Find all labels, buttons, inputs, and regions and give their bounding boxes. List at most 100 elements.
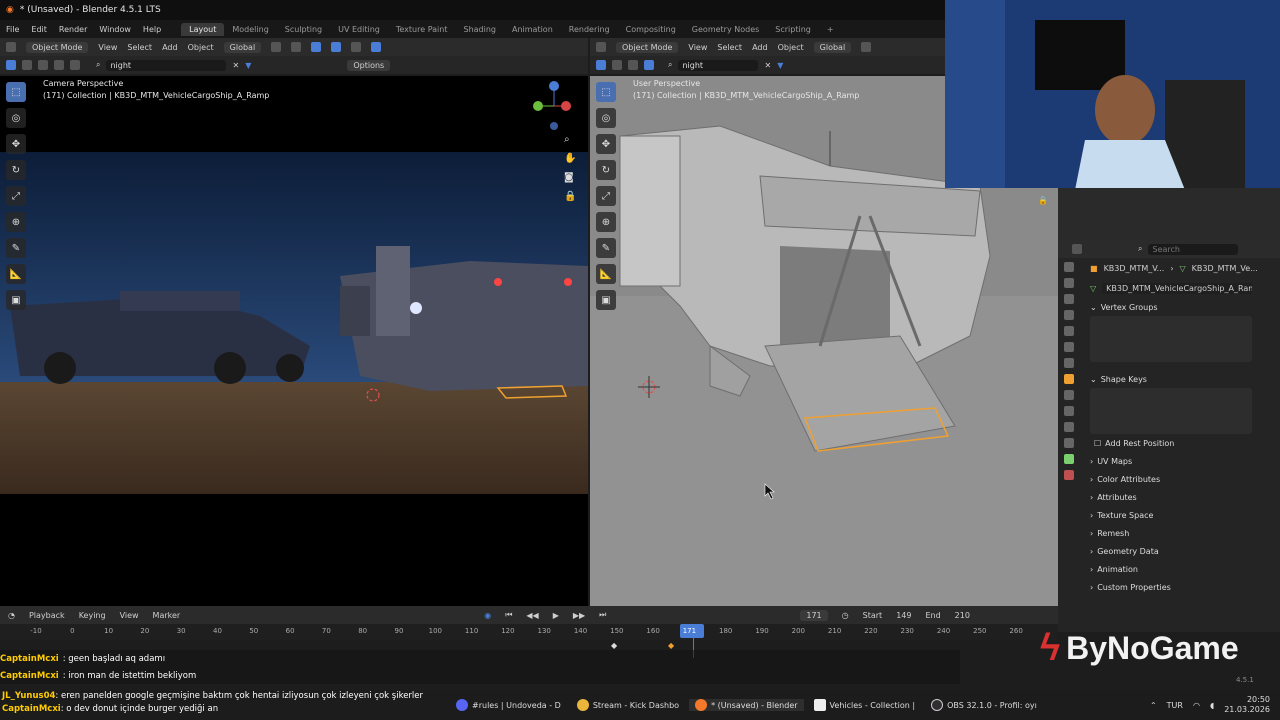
visibility-icon[interactable]	[628, 60, 638, 70]
chevron-up-icon[interactable]: ⌃	[1150, 701, 1157, 710]
properties-search-input[interactable]: Search	[1148, 243, 1239, 255]
cursor-tool-icon[interactable]: ◎	[6, 108, 26, 128]
measure-tool-icon[interactable]: 📐	[6, 264, 26, 284]
taskbar-obs[interactable]: OBS 32.1.0 - Profil: oyı	[925, 699, 1043, 711]
object-tab-icon[interactable]	[1064, 374, 1074, 384]
shape-keys-list[interactable]	[1090, 388, 1252, 434]
object-menu[interactable]: Object	[778, 43, 804, 52]
filter-funnel-icon[interactable]: ▼	[245, 61, 251, 70]
jump-end-icon[interactable]: ⏭	[599, 610, 606, 620]
mesh-name-field[interactable]: KB3D_MTM_VehicleCargoShip_A_Ramp	[1102, 282, 1253, 294]
menu-render[interactable]: Render	[53, 25, 93, 34]
taskbar-blender[interactable]: * (Unsaved) - Blender	[689, 699, 804, 711]
particles-tab-icon[interactable]	[1064, 406, 1074, 416]
filter-funnel-icon[interactable]: ▼	[777, 61, 783, 70]
overlay-icon[interactable]	[331, 42, 342, 52]
playback-menu[interactable]: Playback	[29, 611, 65, 620]
add-menu[interactable]: Add	[752, 43, 768, 52]
cursor-tool-icon[interactable]: ◎	[596, 108, 616, 128]
menu-file[interactable]: File	[0, 25, 25, 34]
mode-dropdown[interactable]: Object Mode	[616, 41, 679, 53]
play-icon[interactable]: ▶	[553, 611, 559, 620]
select-tool-icon[interactable]: ⬚	[6, 82, 26, 102]
tab-animation[interactable]: Animation	[504, 23, 561, 36]
remesh-header[interactable]: › Remesh	[1058, 524, 1280, 542]
clear-search-icon[interactable]: ✕	[764, 61, 771, 70]
output-tab-icon[interactable]	[1064, 294, 1074, 304]
editor-type-icon[interactable]	[6, 42, 16, 52]
rotate-tool-icon[interactable]: ↻	[6, 160, 26, 180]
world-tab-icon[interactable]	[1064, 342, 1074, 352]
rotate-tool-icon[interactable]: ↻	[596, 160, 616, 180]
select-box-icon[interactable]	[6, 60, 16, 70]
zoom-icon[interactable]: ⌕	[564, 134, 576, 145]
properties-editor-icon[interactable]	[1072, 244, 1082, 254]
options-dropdown[interactable]: Options	[347, 59, 391, 71]
camera-icon[interactable]: ◙	[564, 172, 576, 183]
measure-tool-icon[interactable]: 📐	[596, 264, 616, 284]
end-frame-field[interactable]: 210	[955, 611, 970, 620]
modifier-tab-icon[interactable]	[1064, 390, 1074, 400]
shape-keys-header[interactable]: ⌄ Shape Keys	[1058, 370, 1280, 388]
right-search-input[interactable]: night	[678, 59, 759, 71]
taskbar-collection[interactable]: Vehicles - Collection |	[808, 699, 922, 711]
keying-menu[interactable]: Keying	[79, 611, 106, 620]
move-tool-icon[interactable]: ✥	[6, 134, 26, 154]
select-mode-icon[interactable]	[22, 60, 32, 70]
filter-icon[interactable]	[54, 60, 64, 70]
select-menu[interactable]: Select	[127, 43, 152, 52]
animation-header[interactable]: › Animation	[1058, 560, 1280, 578]
proportional-edit-icon[interactable]	[291, 42, 302, 52]
scale-tool-icon[interactable]: ⤢	[6, 186, 26, 206]
jump-start-icon[interactable]: ⏮	[505, 610, 512, 620]
view-menu[interactable]: View	[688, 43, 707, 52]
data-tab-icon[interactable]	[1064, 454, 1074, 464]
start-frame-field[interactable]: 149	[896, 611, 911, 620]
visibility-icon[interactable]	[38, 60, 48, 70]
tab-layout[interactable]: Layout	[181, 22, 225, 36]
view-layer-tab-icon[interactable]	[1064, 310, 1074, 320]
view-menu[interactable]: View	[98, 43, 117, 52]
texture-space-header[interactable]: › Texture Space	[1058, 506, 1280, 524]
add-menu[interactable]: Add	[162, 43, 178, 52]
snap-icon[interactable]	[861, 42, 872, 52]
next-key-icon[interactable]: ▶▶	[573, 611, 585, 620]
constraints-tab-icon[interactable]	[1064, 438, 1074, 448]
select-box-icon[interactable]	[596, 60, 606, 70]
add-rest-position-checkbox[interactable]: ☐ Add Rest Position	[1058, 434, 1280, 452]
breadcrumb-mesh[interactable]: KB3D_MTM_Ve...	[1192, 264, 1258, 273]
move-tool-icon[interactable]: ✥	[596, 134, 616, 154]
geometry-data-header[interactable]: › Geometry Data	[1058, 542, 1280, 560]
tool-tab-icon[interactable]	[1064, 262, 1074, 272]
tab-shading[interactable]: Shading	[455, 23, 504, 36]
tab-texture-paint[interactable]: Texture Paint	[388, 23, 456, 36]
tab-compositing[interactable]: Compositing	[618, 23, 684, 36]
render-visibility-icon[interactable]	[644, 60, 654, 70]
attributes-header[interactable]: › Attributes	[1058, 488, 1280, 506]
render-visibility-icon[interactable]	[70, 60, 80, 70]
uv-maps-header[interactable]: › UV Maps	[1058, 452, 1280, 470]
prev-key-icon[interactable]: ◀◀	[526, 611, 538, 620]
annotate-tool-icon[interactable]: ✎	[6, 238, 26, 258]
shading-solid-icon[interactable]	[351, 42, 362, 52]
view-menu[interactable]: View	[120, 611, 139, 620]
object-menu[interactable]: Object	[188, 43, 214, 52]
mode-dropdown[interactable]: Object Mode	[26, 41, 89, 53]
tab-modeling[interactable]: Modeling	[224, 23, 276, 36]
volume-icon[interactable]: ◖	[1210, 701, 1214, 710]
shading-rendered-icon[interactable]	[371, 42, 382, 52]
annotate-tool-icon[interactable]: ✎	[596, 238, 616, 258]
transform-tool-icon[interactable]: ⊕	[6, 212, 26, 232]
left-viewport[interactable]: Camera Perspective (171) Collection | KB…	[0, 76, 588, 606]
taskbar-discord[interactable]: #rules | Undoveda - D	[450, 699, 567, 711]
select-menu[interactable]: Select	[717, 43, 742, 52]
scale-tool-icon[interactable]: ⤢	[596, 186, 616, 206]
material-tab-icon[interactable]	[1064, 470, 1074, 480]
tab-scripting[interactable]: Scripting	[767, 23, 819, 36]
transform-tool-icon[interactable]: ⊕	[596, 212, 616, 232]
editor-type-icon[interactable]	[596, 42, 606, 52]
menu-window[interactable]: Window	[93, 25, 137, 34]
add-cube-tool-icon[interactable]: ▣	[6, 290, 26, 310]
wifi-icon[interactable]: ◠	[1193, 701, 1200, 710]
current-frame-field[interactable]: 171	[800, 609, 828, 621]
